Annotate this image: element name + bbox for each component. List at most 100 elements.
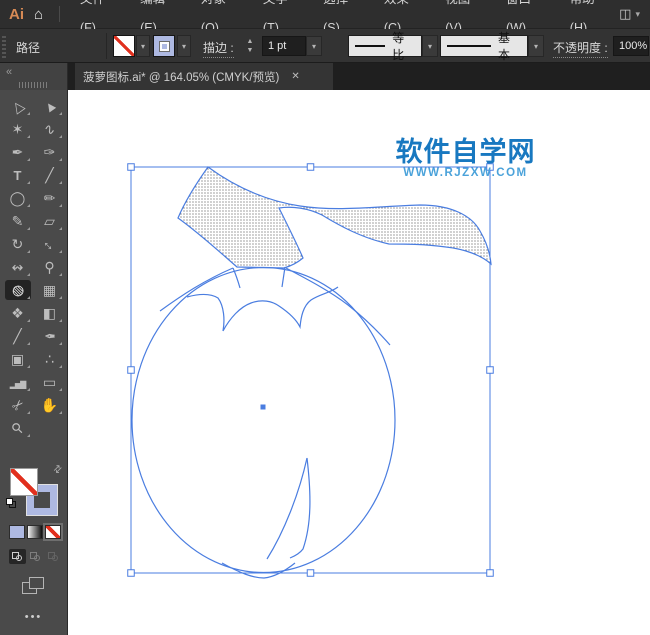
- handle-top-mid[interactable]: [307, 164, 314, 171]
- handle-top-left[interactable]: [128, 164, 135, 171]
- brush-select[interactable]: 基本: [440, 35, 528, 57]
- tool-artboard-tool[interactable]: ▭: [37, 372, 63, 392]
- profile-value: 等比: [392, 29, 415, 63]
- brush-value: 基本: [498, 29, 521, 63]
- tool-symbol-sprayer-tool[interactable]: ∴: [37, 349, 63, 369]
- handle-bottom-mid[interactable]: [307, 570, 314, 577]
- tool-shaper-tool[interactable]: ✎: [5, 211, 31, 231]
- tool-direct-selection-tool[interactable]: ▲: [37, 96, 63, 116]
- tool-zoom-tool[interactable]: ⚲: [5, 418, 31, 438]
- tool-curvature-tool[interactable]: ✑: [37, 142, 63, 162]
- draw-normal-button[interactable]: [9, 549, 26, 564]
- tool-line-segment-tool[interactable]: ╱: [37, 165, 63, 185]
- fill-color-swatch[interactable]: [113, 35, 135, 57]
- width-profile-select[interactable]: 等比: [348, 35, 422, 57]
- none-button[interactable]: [45, 525, 61, 539]
- tool-selection-tool[interactable]: △: [5, 96, 31, 116]
- divider: [106, 33, 107, 59]
- profile-line-icon: [355, 45, 385, 47]
- leaf-path[interactable]: [178, 167, 491, 268]
- draw-behind-button[interactable]: [27, 549, 44, 564]
- center-point-marker[interactable]: [261, 405, 266, 410]
- stroke-weight-label[interactable]: 描边 :: [203, 39, 234, 58]
- edit-toolbar-ellipsis[interactable]: •••: [0, 611, 67, 623]
- tool-gradient-tool[interactable]: ◧: [37, 303, 63, 323]
- pineapple-artwork[interactable]: [128, 164, 494, 578]
- stroke-chevron-icon[interactable]: ▾: [177, 35, 191, 57]
- opacity-label[interactable]: 不透明度 :: [553, 39, 608, 58]
- gradient-button[interactable]: [27, 525, 43, 539]
- screen-mode-button[interactable]: [22, 577, 46, 595]
- tool-eyedropper-tool[interactable]: ✒: [37, 326, 63, 346]
- panel-grip[interactable]: [19, 82, 49, 88]
- tool-ellipse-tool[interactable]: ◯: [5, 188, 31, 208]
- profile-chevron-icon[interactable]: ▾: [422, 35, 438, 57]
- workspace-switcher[interactable]: ◫ ▾: [619, 6, 640, 22]
- stepper-down-icon[interactable]: ▼: [247, 46, 254, 55]
- tool-hand-tool[interactable]: ✋: [37, 395, 63, 415]
- handle-bottom-left[interactable]: [128, 570, 135, 577]
- brush-line-icon: [447, 45, 491, 47]
- tool-perspective-grid-tool[interactable]: ▦: [37, 280, 63, 300]
- fill-chevron-icon[interactable]: ▾: [136, 35, 150, 57]
- control-bar: 路径 ▾ ▾ 描边 : ▲ ▼ 1 pt ▾ 等比 ▾ 基本 ▾ 不透明度 : …: [0, 29, 650, 63]
- tool-lasso-tool[interactable]: ∿: [37, 119, 63, 139]
- stroke-weight-input[interactable]: 1 pt: [262, 36, 306, 56]
- tool-eraser-tool[interactable]: ▱: [37, 211, 63, 231]
- tool-column-graph-tool[interactable]: ▂▅▇: [5, 372, 31, 392]
- handle-mid-left[interactable]: [128, 367, 135, 374]
- document-tab[interactable]: 菠萝图标.ai* @ 164.05% (CMYK/预览) ✕: [75, 63, 333, 90]
- fill-proxy-swatch[interactable]: [10, 468, 38, 496]
- default-fill-stroke-icon[interactable]: [6, 498, 16, 508]
- tools-panel: « △ ▲ ✶ ∿ ✒ ✑ T ╱ ◯ ✏ ✎ ▱ ↻ ↔ ↭ ⚲ ◍ ▦ ❖ ◧ ╱ ✒ ▣ ∴ ▂▅▇ ▭ ✂ ✋ ⚲ ⇄ •••: [0, 63, 68, 635]
- drag-grip[interactable]: [2, 34, 6, 58]
- tool-rotate-tool[interactable]: ↻: [5, 234, 31, 254]
- draw-inside-button[interactable]: [45, 549, 62, 564]
- divider: [59, 6, 60, 22]
- fill-stroke-indicator: ⇄: [10, 468, 62, 520]
- stroke-weight-chevron-icon[interactable]: ▾: [306, 36, 322, 56]
- color-button[interactable]: [9, 525, 25, 539]
- sprout-right-edge: [290, 458, 310, 558]
- collapse-panel-icon[interactable]: «: [6, 66, 12, 78]
- document-title: 菠萝图标.ai* @ 164.05% (CMYK/预览): [83, 69, 279, 85]
- tool-blend-tool[interactable]: ▣: [5, 349, 31, 369]
- drawing-mode-buttons: [9, 549, 62, 564]
- sprout-left-edge: [267, 458, 307, 559]
- stroke-color-swatch[interactable]: [153, 35, 175, 57]
- tool-slice-tool[interactable]: ✂: [5, 395, 31, 415]
- calyx-right-sweep: [286, 268, 390, 345]
- tool-paintbrush-tool[interactable]: ✏: [37, 188, 63, 208]
- tools-panel-header: «: [0, 63, 67, 90]
- tool-magic-wand-tool[interactable]: ✶: [5, 119, 31, 139]
- close-icon[interactable]: ✕: [291, 71, 299, 82]
- document-tab-bar: 菠萝图标.ai* @ 164.05% (CMYK/预览) ✕: [68, 63, 650, 90]
- tool-shape-builder-tool[interactable]: ◍: [5, 280, 31, 300]
- fruit-circle[interactable]: [132, 268, 395, 573]
- tool-pen-tool[interactable]: ✒: [5, 142, 31, 162]
- app-logo[interactable]: Ai: [9, 6, 24, 23]
- stroke-stepper[interactable]: ▲ ▼: [244, 36, 256, 56]
- tool-scale-tool[interactable]: ↔: [37, 234, 63, 254]
- opacity-input[interactable]: 100%: [613, 36, 649, 56]
- tool-width-tool[interactable]: ↭: [5, 257, 31, 277]
- artwork-svg: [68, 90, 650, 635]
- menu-bar: Ai ⌂ 文件(F)编辑(E)对象(O)文字(T)选择(S)效果(C)视图(V)…: [0, 0, 650, 29]
- stepper-up-icon[interactable]: ▲: [247, 37, 254, 46]
- brush-chevron-icon[interactable]: ▾: [528, 35, 544, 57]
- illustrator-window: Ai ⌂ 文件(F)编辑(E)对象(O)文字(T)选择(S)效果(C)视图(V)…: [0, 0, 650, 635]
- home-icon[interactable]: ⌂: [34, 6, 43, 23]
- swap-fill-stroke-icon[interactable]: ⇄: [51, 463, 65, 477]
- context-label: 路径: [16, 39, 40, 56]
- calyx-stem-right: [282, 267, 285, 287]
- watermark-url: WWW.RJZXW.COM: [383, 167, 548, 180]
- workspace-grid-icon: ◫: [619, 6, 631, 22]
- artboard-canvas[interactable]: 软件自学网 WWW.RJZXW.COM: [68, 90, 650, 635]
- tool-mesh-tool[interactable]: ❖: [5, 303, 31, 323]
- watermark: 软件自学网 WWW.RJZXW.COM: [383, 138, 548, 180]
- handle-mid-right[interactable]: [487, 367, 494, 374]
- tool-measure-tool[interactable]: ╱: [5, 326, 31, 346]
- tool-type-tool[interactable]: T: [5, 165, 31, 185]
- tool-puppet-warp-tool[interactable]: ⚲: [37, 257, 63, 277]
- handle-bottom-right[interactable]: [487, 570, 494, 577]
